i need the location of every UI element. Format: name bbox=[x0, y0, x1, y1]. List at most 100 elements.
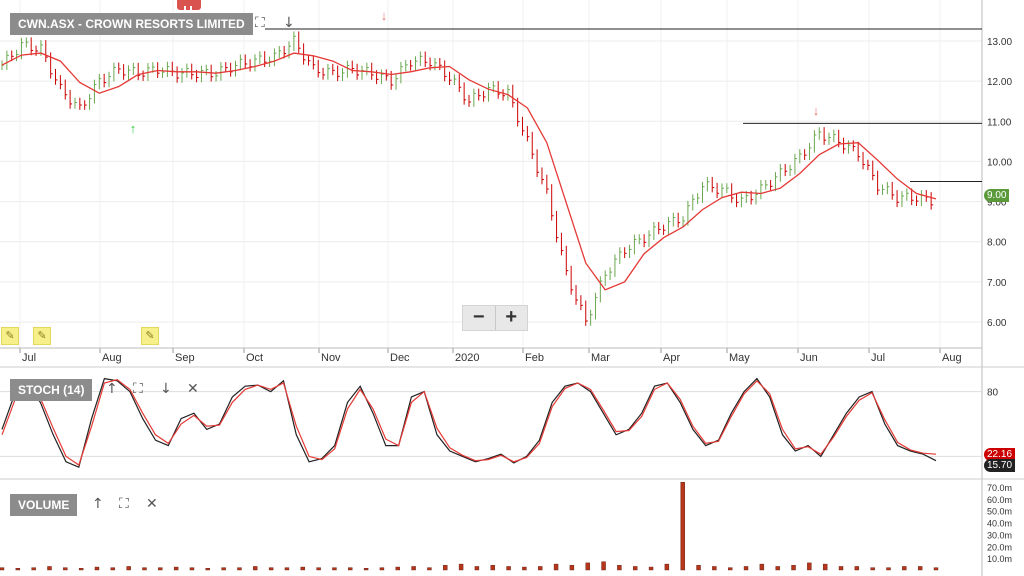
volume-bar bbox=[173, 566, 179, 571]
volume-bar bbox=[664, 563, 670, 571]
volume-bar bbox=[142, 567, 147, 571]
volume-bar bbox=[47, 566, 52, 571]
volume-bar bbox=[363, 568, 369, 571]
volume-bar bbox=[807, 562, 812, 571]
volume-bar bbox=[395, 566, 400, 571]
volume-bar bbox=[237, 567, 242, 571]
volume-tick-label: 10.0m bbox=[987, 554, 1012, 564]
volume-bar bbox=[917, 566, 923, 571]
close-icon[interactable]: ✕ bbox=[146, 497, 158, 511]
move-down-icon[interactable]: ↓ bbox=[160, 382, 172, 396]
volume-bar bbox=[205, 568, 210, 571]
month-label: Apr bbox=[663, 352, 680, 364]
volume-bar bbox=[759, 563, 765, 571]
volume-bar bbox=[411, 566, 416, 571]
move-up-icon[interactable]: ↑ bbox=[106, 382, 118, 396]
expand-icon[interactable]: ⛶ bbox=[255, 16, 265, 30]
volume-bar bbox=[538, 566, 543, 571]
month-label: Jul bbox=[22, 352, 36, 364]
volume-bar bbox=[854, 566, 860, 571]
price-tick-label: 13.00 bbox=[987, 37, 1012, 48]
volume-bar bbox=[189, 567, 195, 571]
volume-bar bbox=[838, 566, 844, 571]
volume-bar bbox=[791, 565, 796, 571]
zoom-out-button[interactable]: − bbox=[463, 306, 495, 330]
volume-bar bbox=[300, 566, 305, 571]
expand-icon[interactable]: ⛶ bbox=[133, 382, 143, 396]
volume-bar bbox=[870, 567, 875, 571]
month-label: Aug bbox=[102, 352, 122, 364]
month-label: Nov bbox=[321, 352, 341, 364]
stoch-label: STOCH (14) bbox=[10, 379, 93, 401]
month-label: Jun bbox=[800, 352, 818, 364]
volume-bar bbox=[490, 565, 495, 571]
volume-bar bbox=[585, 562, 590, 571]
volume-bar bbox=[601, 561, 606, 571]
volume-tick-label: 50.0m bbox=[987, 507, 1012, 517]
volume-bar bbox=[31, 567, 36, 571]
volume-tick-label: 60.0m bbox=[987, 495, 1012, 505]
volume-bar bbox=[379, 567, 385, 571]
symbol-title: CWN.ASX - CROWN RESORTS LIMITED bbox=[10, 13, 253, 35]
volume-bar bbox=[221, 567, 226, 571]
volume-bar bbox=[284, 567, 290, 571]
volume-bar bbox=[728, 567, 733, 571]
chart-canvas[interactable]: 13.00 12.00 11.00 10.00 9.00 8.00 7.00 6.00 Jul A… bbox=[0, 0, 1024, 576]
price-tag: 9.00 bbox=[984, 189, 1010, 202]
month-label: Sep bbox=[175, 352, 195, 364]
month-label: Mar bbox=[591, 352, 610, 364]
volume-bar bbox=[886, 567, 891, 571]
pencil-icon[interactable]: ✎ bbox=[1, 327, 19, 345]
volume-bar bbox=[569, 565, 575, 571]
price-tick-label: 12.00 bbox=[987, 77, 1012, 88]
moving-average-line bbox=[1, 52, 937, 291]
stoch-tick-label: 80 bbox=[987, 388, 999, 399]
volume-bar bbox=[522, 566, 527, 571]
stoch-tag-black: 15.70 bbox=[984, 459, 1016, 472]
month-label: Feb bbox=[525, 352, 544, 364]
pencil-icon[interactable]: ✎ bbox=[33, 327, 51, 345]
volume-bar bbox=[63, 567, 68, 571]
volume-bar bbox=[268, 567, 274, 571]
volume-tick-label: 40.0m bbox=[987, 519, 1012, 529]
volume-bar bbox=[696, 565, 701, 571]
month-label: 2020 bbox=[455, 352, 479, 364]
zoom-control: − + bbox=[462, 305, 528, 331]
volume-bar bbox=[617, 565, 622, 571]
month-label: Oct bbox=[246, 352, 263, 364]
pencil-icon[interactable]: ✎ bbox=[141, 327, 159, 345]
price-tick-label: 7.00 bbox=[987, 278, 1007, 289]
peak-arrow-icon: ↓ bbox=[813, 103, 820, 118]
volume-bar bbox=[126, 566, 131, 571]
month-label: Jul bbox=[871, 352, 885, 364]
peak-arrow-icon: ↓ bbox=[381, 8, 388, 23]
volume-tick-label: 20.0m bbox=[987, 542, 1012, 552]
volume-bar bbox=[78, 568, 84, 571]
volume-tick-label: 70.0m bbox=[987, 483, 1012, 493]
volume-bar bbox=[0, 567, 5, 571]
zoom-in-button[interactable]: + bbox=[496, 306, 528, 330]
volume-bar bbox=[158, 567, 163, 571]
volume-bar bbox=[680, 481, 685, 571]
volume-bar bbox=[553, 563, 559, 571]
price-tick-label: 10.00 bbox=[987, 157, 1012, 168]
volume-bar bbox=[933, 567, 939, 571]
volume-bar bbox=[253, 566, 258, 571]
move-down-icon[interactable]: ↓ bbox=[283, 16, 295, 30]
price-tick-label: 11.00 bbox=[987, 117, 1012, 128]
volume-tick-label: 30.0m bbox=[987, 530, 1012, 540]
alert-icon[interactable] bbox=[177, 0, 201, 13]
volume-bar bbox=[474, 566, 480, 571]
volume-bar bbox=[822, 563, 828, 571]
volume-bar bbox=[427, 567, 432, 571]
volume-bar bbox=[648, 566, 654, 571]
close-icon[interactable]: ✕ bbox=[187, 382, 199, 396]
move-up-icon[interactable]: ↑ bbox=[92, 497, 104, 511]
trough-arrow-icon: ↑ bbox=[130, 121, 137, 136]
volume-bar bbox=[348, 567, 353, 571]
volume-bar bbox=[332, 567, 337, 571]
volume-bar bbox=[902, 566, 907, 571]
expand-icon[interactable]: ⛶ bbox=[119, 497, 129, 511]
month-label: Aug bbox=[942, 352, 962, 364]
month-label: Dec bbox=[390, 352, 410, 364]
